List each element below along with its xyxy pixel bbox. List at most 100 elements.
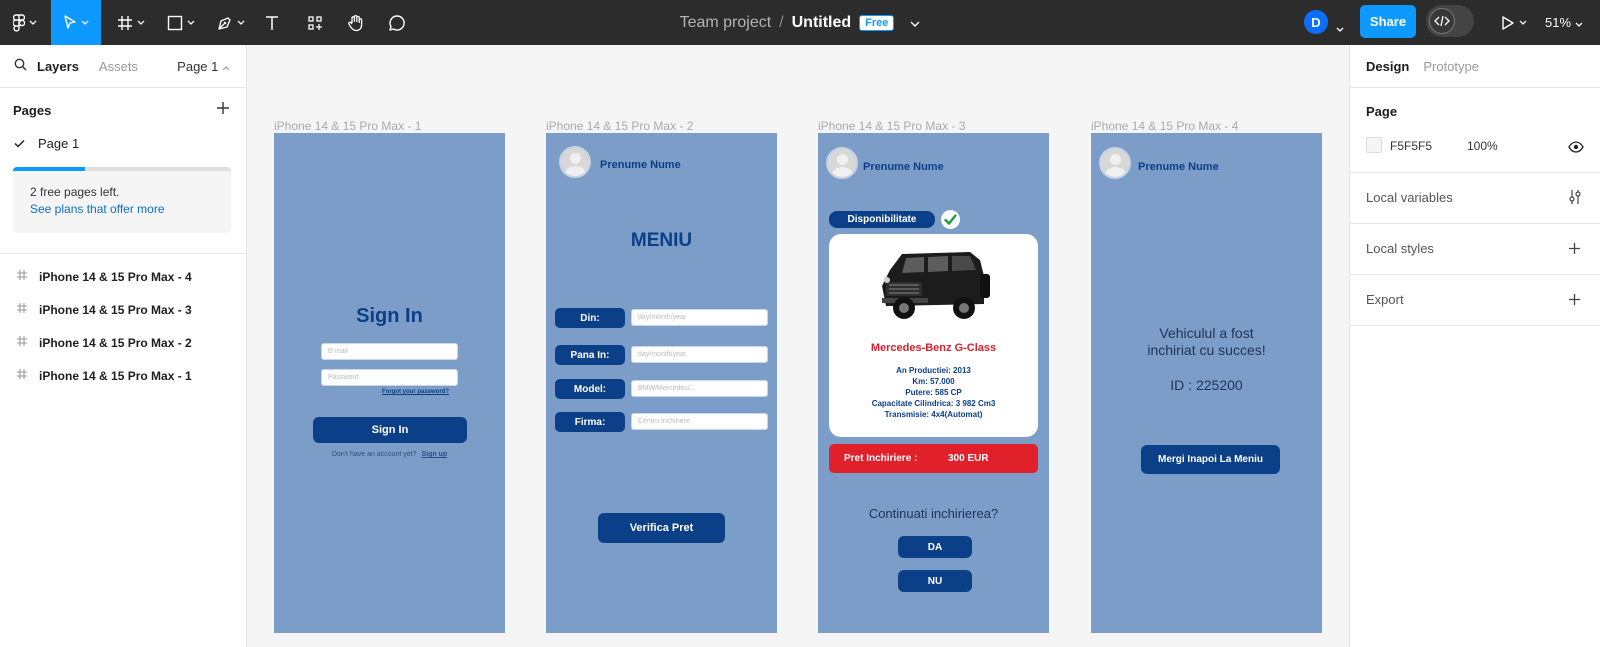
success-message-line1: Vehiculul a fost: [1159, 325, 1254, 341]
forgot-password-link[interactable]: Forgot your password?: [382, 389, 449, 395]
checkmark-icon: [941, 210, 960, 229]
sign-in-button[interactable]: Sign In: [313, 417, 467, 443]
move-tool-button[interactable]: [51, 0, 101, 45]
layer-item[interactable]: iPhone 14 & 15 Pro Max - 4: [0, 260, 247, 293]
layer-item[interactable]: iPhone 14 & 15 Pro Max - 3: [0, 293, 247, 326]
main-menu-button[interactable]: [8, 0, 42, 45]
local-styles-section[interactable]: Local styles: [1350, 224, 1600, 275]
frame-label[interactable]: iPhone 14 & 15 Pro Max - 3: [818, 119, 965, 133]
from-date-field[interactable]: day/month/year: [631, 309, 768, 326]
user-name: Prenume Nume: [863, 161, 944, 173]
tab-design[interactable]: Design: [1366, 59, 1409, 74]
password-field[interactable]: Password: [321, 369, 458, 386]
layer-label: iPhone 14 & 15 Pro Max - 4: [39, 269, 192, 284]
sign-in-title: Sign In: [356, 305, 423, 327]
frame-label[interactable]: iPhone 14 & 15 Pro Max - 4: [1091, 119, 1238, 133]
tab-assets[interactable]: Assets: [99, 59, 138, 74]
continue-question: Continuati inchirierea?: [868, 506, 999, 521]
free-pages-notice: 2 free pages left. See plans that offer …: [13, 167, 231, 233]
chevron-down-icon: [137, 20, 145, 25]
frame-hash-icon: [16, 302, 28, 317]
frame-menu[interactable]: Prenume Nume MENIU Din: day/month/year P…: [546, 133, 777, 633]
add-page-plus-icon[interactable]: [216, 101, 230, 118]
hand-icon: [347, 14, 365, 32]
back-to-menu-button[interactable]: Mergi Inapoi La Meniu: [1141, 445, 1280, 474]
add-style-plus-icon[interactable]: [1568, 242, 1581, 260]
breadcrumb-separator: /: [779, 13, 784, 31]
frame-sign-in[interactable]: Sign In E-mail Password Forgot your pass…: [274, 133, 505, 633]
checkmark-icon: [14, 136, 26, 151]
model-field[interactable]: BMW/Mercedes/...: [631, 380, 768, 397]
free-pages-text: 2 free pages left.: [30, 185, 120, 199]
yes-button[interactable]: DA: [898, 536, 972, 558]
eye-icon[interactable]: [1568, 140, 1584, 158]
page-section: Page: [1350, 88, 1600, 173]
frame-label[interactable]: iPhone 14 & 15 Pro Max - 1: [274, 119, 421, 133]
local-variables-heading: Local variables: [1366, 190, 1453, 205]
success-message-line2: inchiriat cu succes!: [1147, 342, 1266, 358]
frame-label[interactable]: iPhone 14 & 15 Pro Max - 2: [546, 119, 693, 133]
model-label: Model:: [555, 379, 625, 399]
page-item[interactable]: Page 1: [0, 132, 246, 154]
text-tool-button[interactable]: [261, 0, 283, 45]
file-menu-chevron-icon[interactable]: [910, 14, 920, 32]
export-section[interactable]: Export: [1350, 275, 1600, 326]
frame-car-details[interactable]: Prenume Nume Disponibilitate Mercedes-Be…: [818, 133, 1049, 633]
bg-opacity-value[interactable]: 100%: [1467, 139, 1498, 153]
company-label: Firma:: [555, 412, 625, 432]
zoom-menu[interactable]: 51%: [1545, 0, 1583, 45]
check-price-button[interactable]: Verifica Pret: [598, 513, 725, 543]
search-icon[interactable]: [14, 58, 27, 74]
layers-list: iPhone 14 & 15 Pro Max - 4 iPhone 14 & 1…: [0, 260, 247, 392]
menu-title: MENIU: [630, 230, 693, 251]
pen-tool-button[interactable]: [213, 0, 249, 45]
add-export-plus-icon[interactable]: [1568, 293, 1581, 311]
design-canvas[interactable]: iPhone 14 & 15 Pro Max - 1 Sign In E-mai…: [247, 45, 1349, 647]
no-button[interactable]: NU: [898, 570, 972, 592]
bg-color-swatch[interactable]: [1366, 137, 1382, 153]
share-button[interactable]: Share: [1360, 5, 1416, 38]
avatar: [559, 146, 591, 178]
no-account-text: Don't have an account yet?: [331, 451, 417, 458]
file-name[interactable]: Untitled: [792, 14, 852, 32]
hand-tool-button[interactable]: [344, 0, 368, 45]
see-plans-link[interactable]: See plans that offer more: [30, 202, 165, 216]
page-selector[interactable]: Page 1: [177, 59, 230, 74]
spec-line: Km: 57.000: [912, 377, 955, 386]
tab-layers[interactable]: Layers: [37, 59, 79, 74]
layer-label: iPhone 14 & 15 Pro Max - 1: [39, 368, 192, 383]
user-avatar[interactable]: D: [1304, 10, 1328, 34]
sign-up-link[interactable]: Sign up: [421, 451, 447, 458]
frame-hash-icon: [16, 368, 28, 383]
divider: [0, 253, 247, 254]
layer-item[interactable]: iPhone 14 & 15 Pro Max - 1: [0, 359, 247, 392]
until-date-field[interactable]: day/month/year: [631, 346, 768, 363]
dev-mode-toggle[interactable]: [1426, 5, 1474, 37]
left-panel-tabs: Layers Assets Page 1: [0, 45, 246, 88]
top-toolbar: Team project / Untitled Free D Share 51%: [0, 0, 1600, 45]
layer-item[interactable]: iPhone 14 & 15 Pro Max - 2: [0, 326, 247, 359]
right-panel: Design Prototype Page F5F5F5 100% Local …: [1349, 45, 1600, 647]
spec-line: Putere: 585 CP: [905, 388, 962, 397]
resources-button[interactable]: [304, 0, 326, 45]
frame-tool-button[interactable]: [113, 0, 149, 45]
company-field[interactable]: Centru Inchiriere: [631, 413, 768, 430]
comment-tool-button[interactable]: [386, 0, 408, 45]
chevron-down-icon[interactable]: [1336, 19, 1344, 37]
zoom-level: 51%: [1545, 15, 1572, 30]
tab-prototype[interactable]: Prototype: [1423, 59, 1479, 74]
page-selector-label: Page 1: [177, 58, 219, 74]
until-label: Pana In:: [555, 345, 625, 365]
chevron-down-icon: [81, 20, 89, 25]
spec-line: Capacitate Cilindrica: 3 982 Cm3: [871, 399, 996, 408]
sliders-icon[interactable]: [1568, 189, 1582, 210]
present-button[interactable]: [1497, 0, 1531, 45]
project-name[interactable]: Team project: [680, 14, 772, 32]
email-field[interactable]: E-mail: [321, 343, 458, 360]
chevron-down-icon: [237, 20, 245, 25]
avatar: [1099, 147, 1131, 179]
frame-confirmation[interactable]: Prenume Nume Vehiculul a fost inchiriat …: [1091, 133, 1322, 633]
shape-tool-button[interactable]: [163, 0, 199, 45]
local-variables-section[interactable]: Local variables: [1350, 173, 1600, 224]
bg-color-value[interactable]: F5F5F5: [1390, 139, 1432, 153]
